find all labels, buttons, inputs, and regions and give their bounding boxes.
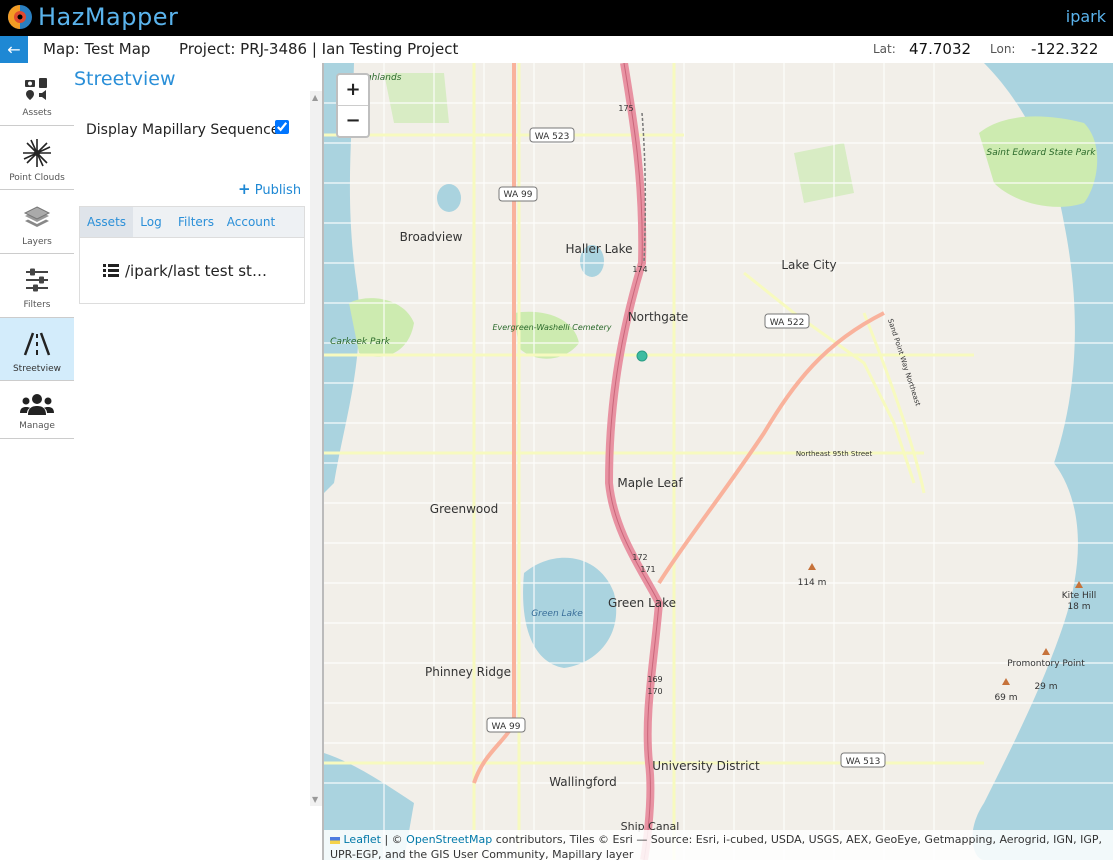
scroll-down-icon[interactable]: ▼ [312,795,318,804]
park-area [794,143,854,203]
nav-item-filters[interactable]: Filters [0,255,74,318]
map-label-university-district: University District [652,759,760,773]
map-label-promontory: Promontory Point [1007,659,1085,669]
publish-button[interactable]: + Publish [238,180,301,198]
map-view[interactable]: WA 523 WA 99 WA 522 WA 513 WA 99 Lake Ci… [322,63,1113,860]
list-icon [103,264,119,277]
nav-item-label: Layers [22,237,52,247]
nav-item-point-clouds[interactable]: Point Clouds [0,127,74,190]
scroll-up-icon[interactable]: ▲ [312,93,318,102]
leaflet-link[interactable]: Leaflet [344,833,381,846]
nav-item-streetview[interactable]: Streetview [0,318,74,381]
tab-filters[interactable]: Filters [174,207,218,238]
zoom-control: + − [336,73,370,138]
openstreetmap-link[interactable]: OpenStreetMap [406,833,492,846]
map-label-exit-174: 174 [632,265,647,274]
map-label-green-lake-water: Green Lake [531,609,583,619]
assets-tab-content: /ipark/last test stream [79,237,305,304]
map-label-wa99-south: WA 99 [492,722,521,732]
nav-item-label: Point Clouds [9,173,65,183]
map-label-evergreen: Evergreen-Washelli Cemetery [492,323,611,332]
map-label-exit-172: 172 [632,553,647,562]
map-label-ne95: Northeast 95th Street [796,450,873,458]
back-button[interactable]: ← [0,36,28,63]
map-label-maple-leaf: Maple Leaf [617,476,683,490]
nav-item-manage[interactable]: Manage [0,382,74,439]
ukraine-flag-icon [330,836,340,844]
map-label-exit-170: 170 [647,687,662,696]
map-label-elev-114: 114 m [798,578,827,588]
map-label-promontory-elev: 29 m [1034,682,1057,692]
zoom-in-button[interactable]: + [338,75,368,106]
map-label-wa523: WA 523 [535,132,570,142]
base-map[interactable]: WA 523 WA 99 WA 522 WA 513 WA 99 Lake Ci… [324,63,1113,860]
left-navigation: Assets Point Clouds Layers Filters Stree… [0,63,74,860]
nav-item-label: Streetview [12,364,62,374]
map-attribution: Leaflet | © OpenStreetMap contributors, … [324,830,1113,860]
map-label-green-lake: Green Lake [608,596,676,610]
arrow-left-icon: ← [7,40,21,59]
mapillary-sequence-point [636,350,648,362]
users-icon [20,394,54,415]
tab-log[interactable]: Log [136,207,166,238]
nav-item-label: Assets [22,108,52,118]
streetview-panel: Streetview ▲ ▼ Display Mapillary Sequenc… [74,63,322,860]
zoom-out-button[interactable]: − [338,106,368,136]
map-label-wallingford: Wallingford [549,775,617,789]
plus-icon: + [238,180,251,198]
map-label-wa513: WA 513 [846,757,881,767]
map-label-broadview: Broadview [400,230,463,244]
map-label-exit-175: 175 [618,104,633,113]
map-label-exit-171: 171 [640,565,655,574]
display-sequences-label: Display Mapillary Sequences [86,122,287,138]
latitude-value: 47.7032 [909,40,972,58]
layers-icon [23,206,51,227]
latitude-label: Lat: [873,42,896,56]
app-name[interactable]: HazMapper [38,2,178,32]
display-sequences-checkbox[interactable] [275,120,289,134]
map-label-kite-hill: Kite Hill [1062,591,1097,601]
map-label-phinney-ridge: Phinney Ridge [425,665,511,679]
map-info-bar: ← Map: Test Map Project: PRJ-3486 | Ian … [0,36,1113,63]
map-label-carkeek: Carkeek Park [330,337,391,347]
bitter-lake-water [437,184,461,212]
panel-title: Streetview [74,68,176,90]
nav-item-label: Manage [19,421,55,431]
sliders-icon [26,268,48,292]
map-label-greenwood: Greenwood [430,502,498,516]
map-name: Map: Test Map [43,40,151,58]
longitude-value: -122.3225 [1031,40,1097,58]
tab-assets[interactable]: Assets [80,207,133,238]
camera-map-marker-icon [25,78,47,100]
road-icon [23,332,51,356]
hazmapper-logo-icon [8,5,32,29]
user-menu-link[interactable]: ipark [1066,7,1106,26]
panel-tabs: Assets Log Filters Account [79,206,305,238]
project-name: Project: PRJ-3486 | Ian Testing Project [179,40,459,58]
map-label-exit-169: 169 [647,675,662,684]
panel-scrollbar[interactable]: ▲ ▼ [310,91,322,806]
map-label-kite-hill-elev: 18 m [1067,602,1090,612]
map-label-haller-lake: Haller Lake [565,242,632,256]
map-label-northgate: Northgate [628,310,689,324]
point-cloud-icon [23,139,51,167]
map-label-elev-69: 69 m [994,693,1017,703]
nav-item-assets[interactable]: Assets [0,63,74,126]
nav-item-layers[interactable]: Layers [0,191,74,254]
map-label-wa522: WA 522 [770,318,805,328]
top-bar: HazMapper ipark [0,0,1113,36]
longitude-label: Lon: [990,42,1016,56]
tab-account[interactable]: Account [225,207,277,238]
map-label-wa99: WA 99 [504,190,533,200]
attribution-separator: | © [384,833,403,846]
nav-item-label: Filters [23,300,51,310]
map-label-lake-city: Lake City [781,258,836,272]
asset-folder-path[interactable]: /ipark/last test stream [125,262,270,280]
publish-label: Publish [254,183,302,198]
map-label-saint-edward: Saint Edward State Park [987,148,1097,158]
